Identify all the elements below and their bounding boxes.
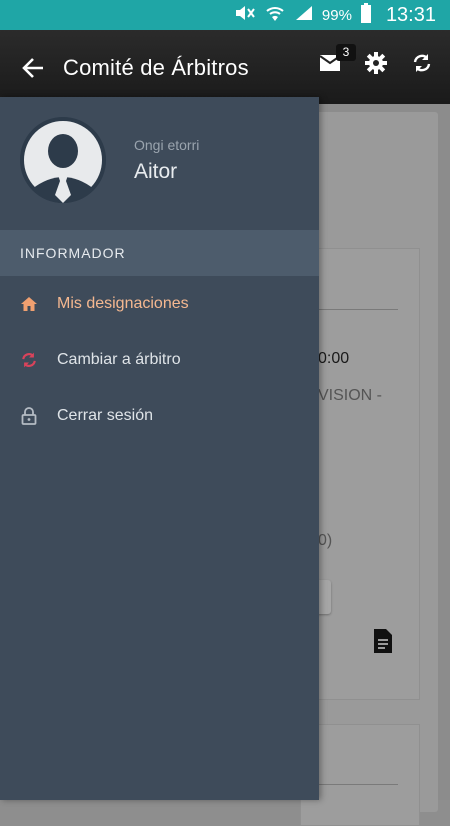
avatar: [20, 117, 106, 203]
gear-icon: [365, 51, 387, 79]
menu-item-label: Mis designaciones: [57, 295, 189, 312]
sync-icon: [19, 350, 39, 370]
wifi-icon: [264, 3, 286, 28]
mute-icon: [234, 4, 256, 27]
document-icon: [372, 628, 396, 656]
menu-item-mis-designaciones[interactable]: Mis designaciones: [0, 276, 319, 332]
greeting: Ongi etorri: [134, 137, 200, 153]
app-toolbar: Comité de Árbitros 3: [0, 30, 450, 104]
status-bar: 99% 13:31: [0, 0, 450, 30]
back-arrow-icon[interactable]: [18, 53, 48, 83]
messages-button[interactable]: 3: [316, 44, 356, 80]
home-icon: [19, 294, 39, 314]
divider: [318, 309, 398, 310]
navigation-drawer: Ongi etorri Aitor INFORMADOR Mis designa…: [0, 97, 319, 800]
username: Aitor: [134, 160, 178, 183]
signal-icon: [294, 4, 314, 27]
unread-badge: 3: [336, 44, 356, 61]
refresh-icon: [411, 52, 433, 79]
section-header-informador: INFORMADOR: [0, 230, 319, 276]
battery-icon: [360, 2, 372, 28]
menu-item-label: Cerrar sesión: [57, 407, 154, 424]
divider-2: [318, 784, 398, 785]
battery-percent: 99%: [321, 6, 352, 24]
match-time: 0:00: [318, 350, 350, 367]
lock-icon: [19, 406, 39, 426]
match-detail: 0): [318, 532, 333, 549]
menu-item-label: Cambiar a árbitro: [57, 351, 181, 368]
page-title: Comité de Árbitros: [63, 55, 249, 80]
menu-item-cerrar-sesion[interactable]: Cerrar sesión: [0, 388, 319, 444]
settings-button[interactable]: [362, 50, 390, 80]
refresh-button[interactable]: [408, 50, 436, 80]
clock: 13:31: [385, 3, 436, 26]
menu-item-cambiar-a-arbitro[interactable]: Cambiar a árbitro: [0, 332, 319, 388]
match-division: VISION -: [318, 387, 383, 404]
